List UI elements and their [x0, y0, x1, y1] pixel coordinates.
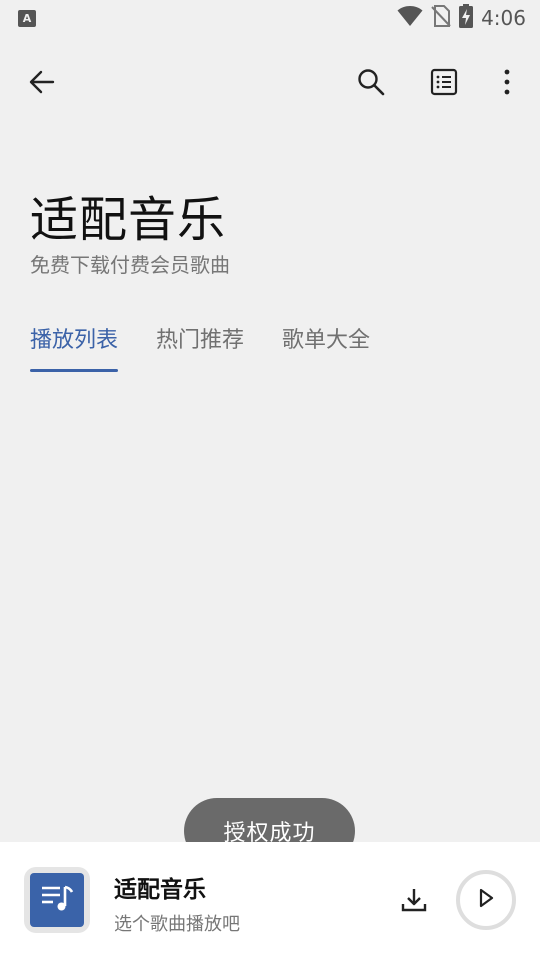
- status-left: A: [18, 9, 36, 27]
- text-input-icon: A: [18, 9, 36, 27]
- battery-charging-icon: [459, 4, 474, 32]
- tab-label: 歌单大全: [282, 328, 371, 353]
- status-right: 4:06: [397, 4, 526, 32]
- page-subtitle: 免费下载付费会员歌曲: [30, 253, 230, 277]
- tab-indicator: [30, 369, 119, 372]
- download-icon: [401, 887, 427, 917]
- download-button[interactable]: [392, 880, 436, 924]
- list-icon: [430, 68, 458, 100]
- toolbar: [0, 56, 540, 112]
- track-subtitle: 选个歌曲播放吧: [114, 914, 240, 935]
- play-button[interactable]: [456, 870, 516, 930]
- screen: A 4:06 适配音乐 免费下载付费会员歌曲 播放列表 热门推荐 歌单大全 授权…: [0, 0, 540, 960]
- track-title: 适配音乐: [114, 877, 206, 903]
- wifi-icon: [397, 5, 423, 31]
- status-time: 4:06: [481, 6, 526, 30]
- page-title: 适配音乐: [30, 192, 227, 248]
- play-icon: [477, 888, 495, 912]
- tab-label: 播放列表: [30, 328, 119, 353]
- tab-label: 热门推荐: [156, 328, 245, 353]
- mini-player[interactable]: 适配音乐 选个歌曲播放吧: [0, 842, 540, 960]
- album-cover[interactable]: [24, 867, 90, 933]
- tab-playlist-collection[interactable]: 歌单大全: [282, 318, 370, 358]
- tab-playlist[interactable]: 播放列表: [30, 318, 119, 372]
- more-options-button[interactable]: [483, 56, 531, 112]
- tab-hot-recommend[interactable]: 热门推荐: [156, 318, 244, 358]
- search-icon: [357, 68, 385, 100]
- more-vert-icon: [503, 69, 511, 99]
- playlist-music-icon: [40, 883, 74, 917]
- back-button[interactable]: [18, 56, 66, 112]
- search-button[interactable]: [347, 56, 395, 112]
- list-button[interactable]: [420, 56, 468, 112]
- tab-bar: 播放列表 热门推荐 歌单大全: [30, 318, 408, 374]
- no-sim-icon: [431, 5, 451, 31]
- status-bar: A 4:06: [0, 0, 540, 36]
- arrow-back-icon: [29, 69, 55, 99]
- cover-background: [30, 873, 84, 927]
